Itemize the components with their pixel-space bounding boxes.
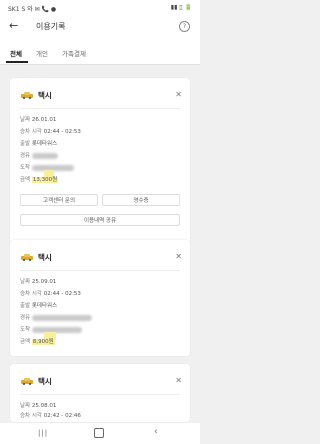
fare-value: 13,300원 [31, 177, 59, 183]
dropoff-label: 도착 [20, 165, 31, 171]
fare-row: 금액 8,900원 [20, 337, 55, 345]
tab-all[interactable]: 전체 [10, 48, 22, 58]
recents-icon[interactable]: ||| [38, 429, 48, 437]
pickup-label: 출발 [20, 303, 31, 309]
taxi-icon [21, 254, 33, 261]
tab-family[interactable]: 가족결제 [62, 48, 86, 58]
back-arrow-icon[interactable]: ← [9, 19, 18, 32]
date-value: 25.08.01 [31, 403, 57, 409]
date-label: 날짜 [20, 117, 31, 123]
pickup-value: 롯데타워스 [31, 141, 58, 147]
blurred-address [31, 152, 58, 159]
time-row: 승차 시각 02:44 - 02:53 [20, 127, 81, 135]
waypoint-label: 경유 [20, 153, 31, 159]
waypoint-row: 경유 [20, 313, 92, 321]
help-icon[interactable]: ? [179, 21, 190, 32]
dropoff-label: 도착 [20, 327, 31, 333]
share-button[interactable]: 이용내역 공유 [20, 214, 180, 226]
home-icon[interactable] [94, 428, 104, 438]
ride-card[interactable]: 택시 ✕ 날짜 25.08.01 승차 시각 02:42 - 02:46 [10, 364, 190, 422]
pickup-row: 출발 롯데타워스 [20, 301, 57, 309]
service-name: 택시 [38, 377, 52, 386]
pickup-row: 출발 롯데타워스 [20, 139, 57, 147]
status-bar: SK1 S 와 ✉ 📞 ● ▮▮ ▯ 🔋 [0, 0, 200, 14]
pickup-label: 출발 [20, 141, 31, 147]
back-chevron-icon[interactable]: ‹ [154, 427, 158, 437]
date-label: 날짜 [20, 403, 31, 409]
divider [20, 270, 180, 271]
fare-label: 금액 [20, 177, 31, 183]
status-time: SK1 S 와 ✉ 📞 ● [8, 6, 57, 13]
date-row: 날짜 26.01.01 [20, 115, 56, 123]
ride-card[interactable]: 택시 ✕ 날짜 26.01.01 승차 시각 02:44 - 02:53 출발 … [10, 78, 190, 262]
ride-card[interactable]: 택시 ✕ 날짜 25.09.01 승차 시각 02:44 - 02:53 출발 … [10, 240, 190, 356]
active-tab-indicator [6, 61, 28, 63]
close-icon[interactable]: ✕ [175, 252, 182, 261]
fare-value: 8,900원 [31, 339, 55, 345]
waypoint-label: 경유 [20, 315, 31, 321]
status-right-icons: ▮▮ ▯ 🔋 [170, 4, 192, 11]
time-value: 02:44 - 02:53 [43, 291, 81, 297]
time-row: 승차 시각 02:44 - 02:53 [20, 289, 81, 297]
time-value: 02:42 - 02:46 [43, 413, 81, 419]
tab-personal[interactable]: 개인 [36, 48, 48, 58]
divider [20, 394, 180, 395]
time-value: 02:44 - 02:53 [43, 129, 81, 135]
time-label: 승차 시각 [20, 129, 42, 135]
time-label: 승차 시각 [20, 413, 42, 419]
taxi-icon [21, 92, 33, 99]
fare-row: 금액 13,300원 [20, 175, 59, 183]
date-value: 26.01.01 [31, 117, 57, 123]
tab-bar: 전체 개인 가족결제 [0, 40, 200, 65]
receipt-button[interactable]: 영수증 [102, 194, 180, 206]
page-title: 이용기록 [36, 22, 66, 31]
date-label: 날짜 [20, 279, 31, 285]
support-button[interactable]: 고객센터 문의 [20, 194, 98, 206]
taxi-icon [21, 378, 33, 385]
blurred-address [31, 326, 82, 333]
card-share-row: 이용내역 공유 [20, 214, 180, 226]
date-row: 날짜 25.08.01 [20, 401, 56, 409]
service-name: 택시 [38, 253, 52, 262]
system-nav-bar: ||| ‹ [0, 423, 200, 444]
card-actions: 고객센터 문의 영수증 [20, 194, 180, 206]
date-value: 25.09.01 [31, 279, 57, 285]
time-label: 승차 시각 [20, 291, 42, 297]
close-icon[interactable]: ✕ [175, 90, 182, 99]
pickup-value: 롯데타워스 [31, 303, 58, 309]
fare-label: 금액 [20, 339, 31, 345]
waypoint-row: 경유 [20, 151, 58, 159]
divider [20, 108, 180, 109]
app-bar: ← 이용기록 ? [0, 14, 200, 40]
close-icon[interactable]: ✕ [175, 376, 182, 385]
service-name: 택시 [38, 91, 52, 100]
time-row: 승차 시각 02:42 - 02:46 [20, 411, 81, 419]
date-row: 날짜 25.09.01 [20, 277, 56, 285]
blurred-address [31, 314, 92, 321]
